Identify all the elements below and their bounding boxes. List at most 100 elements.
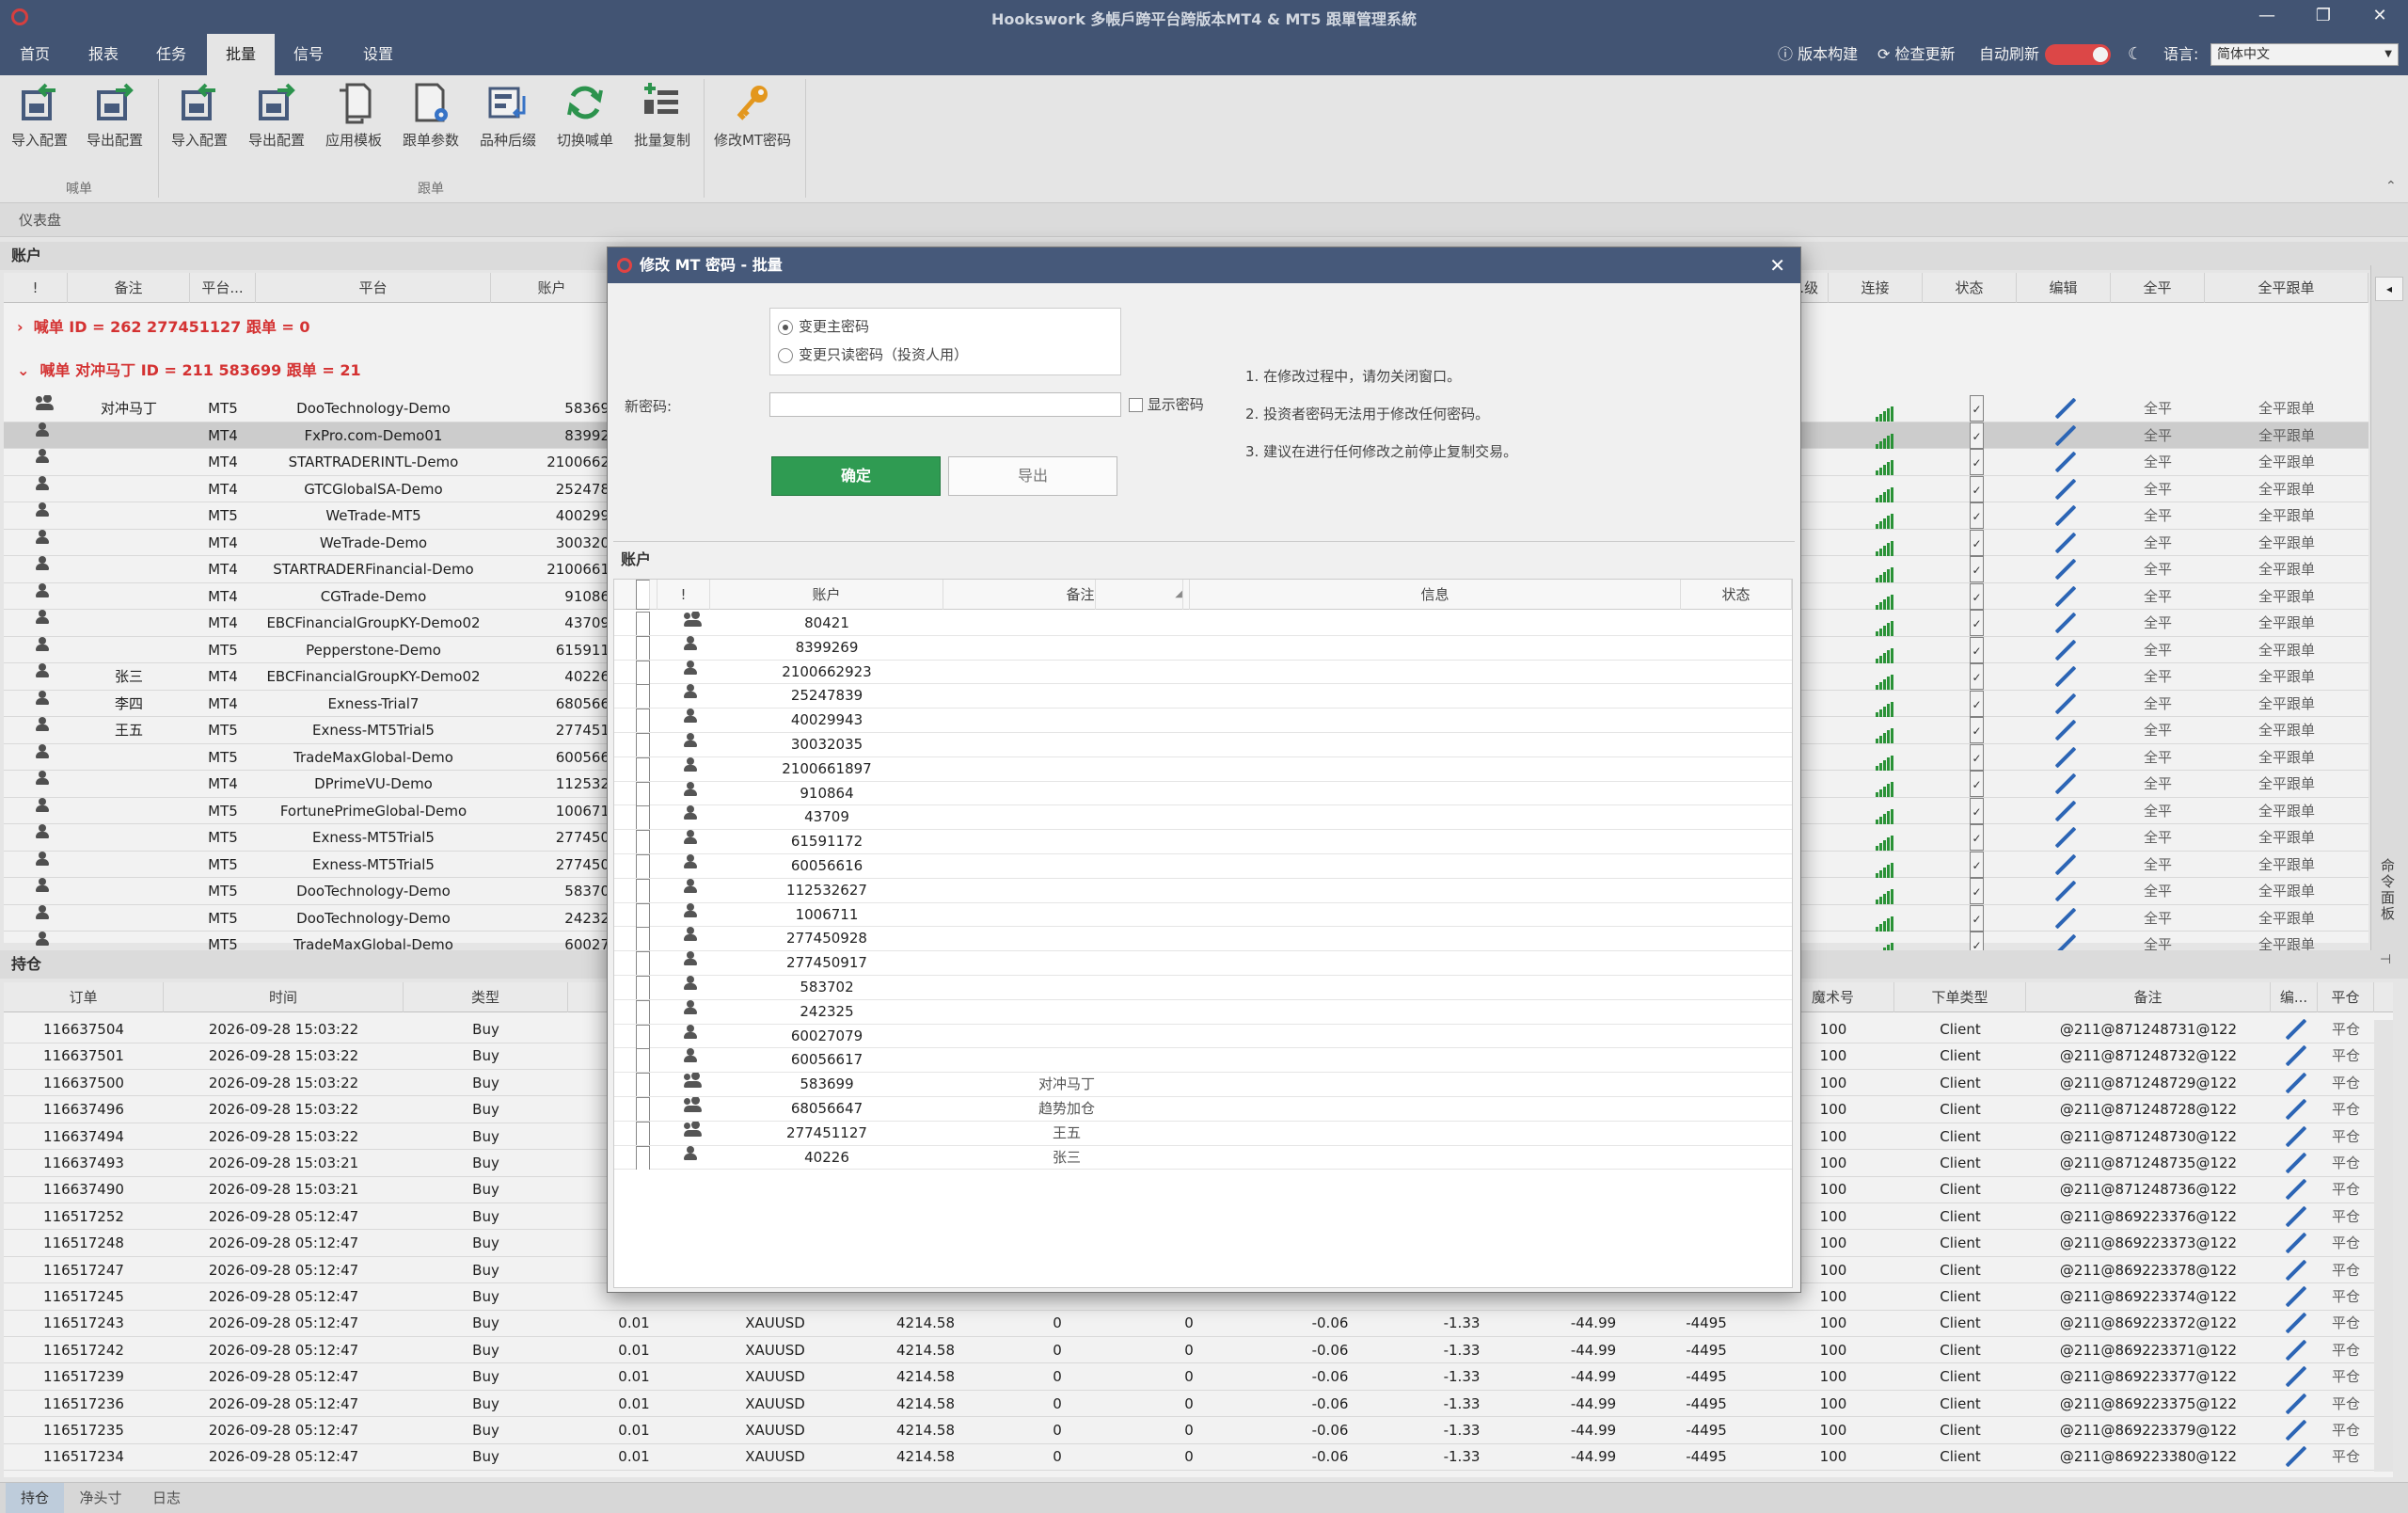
group-icon: [684, 612, 703, 635]
account-cell: 61591172: [790, 833, 863, 851]
note-cell: [943, 782, 1190, 805]
person-icon: [684, 878, 697, 902]
radio-readonly-password[interactable]: 变更只读密码（投资人用）: [778, 344, 968, 364]
select-all-checkbox[interactable]: [614, 580, 657, 610]
person-icon: [684, 684, 697, 708]
list-item[interactable]: 60056616: [614, 854, 1792, 879]
col-status[interactable]: 状态: [1681, 580, 1792, 610]
person-icon: [684, 902, 697, 927]
row-checkbox[interactable]: [636, 1097, 650, 1121]
row-checkbox[interactable]: [636, 830, 650, 854]
account-cell: 30032035: [790, 736, 863, 753]
row-checkbox[interactable]: [636, 756, 650, 781]
row-checkbox[interactable]: [636, 635, 650, 660]
account-cell: 60056616: [790, 857, 863, 874]
row-checkbox[interactable]: [636, 1024, 650, 1048]
row-checkbox[interactable]: [636, 976, 650, 999]
row-checkbox[interactable]: [636, 684, 650, 709]
list-item[interactable]: 60027079: [614, 1024, 1792, 1049]
person-icon: [684, 854, 697, 878]
account-cell: 277450917: [786, 954, 867, 972]
col-account[interactable]: 账户: [710, 580, 943, 610]
note-cell: 对冲马丁: [1038, 1075, 1095, 1093]
list-item[interactable]: 112532627: [614, 878, 1792, 903]
account-cell: 242325: [800, 1002, 854, 1020]
account-cell: 2100662923: [782, 662, 872, 680]
dialog-close-icon[interactable]: ✕: [1769, 247, 1785, 283]
row-checkbox[interactable]: [636, 878, 650, 902]
tip-1: 1. 在修改过程中，请勿关闭窗口。: [1245, 368, 1462, 385]
radio-main-password[interactable]: 变更主密码: [778, 316, 869, 336]
row-checkbox[interactable]: [636, 612, 650, 635]
dialog-title: 修改 MT 密码 - 批量: [640, 256, 783, 274]
row-checkbox[interactable]: [636, 951, 650, 976]
row-checkbox[interactable]: [636, 1073, 650, 1097]
row-checkbox[interactable]: [636, 999, 650, 1024]
note-cell: [943, 636, 1190, 660]
col-flag[interactable]: !: [657, 580, 710, 610]
list-item[interactable]: 583702: [614, 976, 1792, 1000]
checkbox-icon: [635, 580, 650, 610]
list-item[interactable]: 80421: [614, 612, 1792, 636]
row-checkbox[interactable]: [636, 781, 650, 805]
note-cell: [943, 1000, 1190, 1024]
account-cell: 2100661897: [782, 759, 872, 777]
list-item[interactable]: 277450928: [614, 927, 1792, 952]
row-checkbox[interactable]: [636, 927, 650, 951]
account-cell: 60056617: [790, 1051, 863, 1069]
new-password-input[interactable]: [769, 392, 1121, 417]
list-item[interactable]: 2100662923: [614, 660, 1792, 685]
note-cell: [943, 1048, 1190, 1072]
account-cell: 43709: [804, 808, 849, 826]
note-cell: [943, 612, 1190, 635]
row-checkbox[interactable]: [636, 709, 650, 733]
row-checkbox[interactable]: [636, 902, 650, 927]
row-checkbox[interactable]: [636, 854, 650, 878]
list-item[interactable]: 1006711: [614, 902, 1792, 928]
list-item[interactable]: 40226 张三: [614, 1145, 1792, 1171]
account-cell: 277451127: [786, 1123, 867, 1141]
row-checkbox[interactable]: [636, 805, 650, 830]
list-item[interactable]: 61591172: [614, 830, 1792, 854]
list-item[interactable]: 583699 对冲马丁: [614, 1073, 1792, 1097]
col-note[interactable]: 备注 ◢: [943, 580, 1190, 610]
note-cell: [943, 854, 1190, 878]
confirm-button[interactable]: 确定: [771, 456, 941, 496]
account-cell: 910864: [800, 784, 854, 802]
note-cell: [943, 830, 1190, 853]
row-checkbox[interactable]: [636, 733, 650, 756]
person-icon: [684, 635, 697, 660]
row-checkbox[interactable]: [636, 660, 650, 684]
row-checkbox[interactable]: [636, 1048, 650, 1073]
account-cell: 583699: [800, 1075, 854, 1093]
row-checkbox[interactable]: [636, 1145, 650, 1170]
list-item[interactable]: 2100661897: [614, 756, 1792, 782]
list-item[interactable]: 30032035: [614, 733, 1792, 757]
person-icon: [684, 709, 697, 732]
row-checkbox[interactable]: [636, 1121, 650, 1145]
list-item[interactable]: 910864: [614, 781, 1792, 806]
list-item[interactable]: 277451127 王五: [614, 1121, 1792, 1146]
account-cell: 1006711: [795, 905, 859, 923]
export-button[interactable]: 导出: [948, 456, 1117, 496]
list-item[interactable]: 68056647 趋势加仓: [614, 1097, 1792, 1122]
list-item[interactable]: 43709: [614, 805, 1792, 831]
dialog-title-bar: 修改 MT 密码 - 批量 ✕: [608, 247, 1800, 283]
note-cell: [943, 684, 1190, 708]
person-icon: [684, 951, 697, 975]
show-password-checkbox[interactable]: 显示密码: [1129, 394, 1204, 414]
note-cell: 趋势加仓: [1038, 1100, 1095, 1117]
note-cell: [943, 661, 1190, 684]
dialog-accounts-grid: ! 账户 备注 ◢ 信息 状态 80421 8399269 2100662923 252…: [613, 579, 1793, 1288]
col-info[interactable]: 信息: [1190, 580, 1681, 610]
account-cell: 112532627: [786, 881, 867, 899]
list-item[interactable]: 277450917: [614, 951, 1792, 976]
note-cell: [943, 927, 1190, 950]
person-icon: [684, 1145, 697, 1170]
list-item[interactable]: 25247839: [614, 684, 1792, 709]
note-cell: [943, 805, 1190, 829]
list-item[interactable]: 8399269: [614, 635, 1792, 661]
list-item[interactable]: 60056617: [614, 1048, 1792, 1074]
list-item[interactable]: 40029943: [614, 709, 1792, 733]
list-item[interactable]: 242325: [614, 999, 1792, 1025]
